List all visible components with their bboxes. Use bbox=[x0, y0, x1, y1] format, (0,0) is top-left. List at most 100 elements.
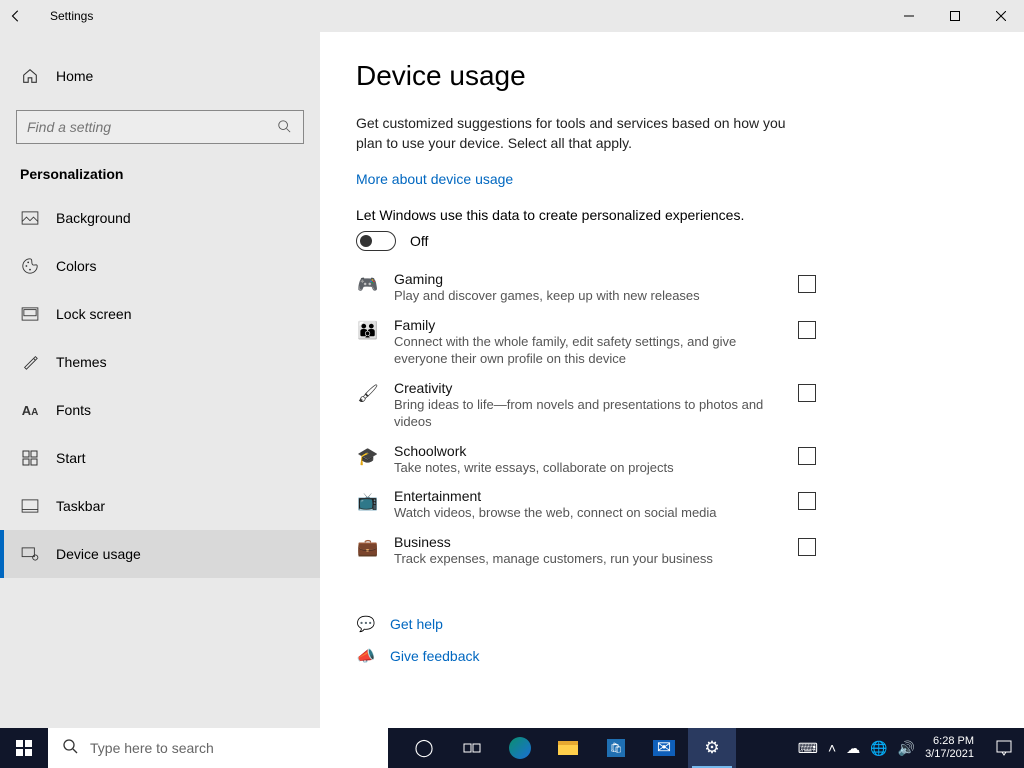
usage-title: Gaming bbox=[394, 271, 784, 287]
start-icon bbox=[20, 450, 40, 466]
usage-title: Creativity bbox=[394, 380, 784, 396]
home-label: Home bbox=[56, 68, 93, 84]
usage-item-gaming: 🎮 Gaming Play and discover games, keep u… bbox=[356, 271, 816, 305]
colors-icon bbox=[20, 257, 40, 275]
settings-taskbar-icon[interactable]: ⚙ bbox=[688, 728, 736, 768]
gaming-checkbox[interactable] bbox=[798, 275, 816, 293]
usage-sub: Play and discover games, keep up with ne… bbox=[394, 287, 784, 305]
window-title: Settings bbox=[50, 9, 93, 23]
nav-start[interactable]: Start bbox=[0, 434, 320, 482]
edge-icon[interactable] bbox=[496, 728, 544, 768]
fonts-icon: AA bbox=[20, 403, 40, 418]
minimize-button[interactable] bbox=[886, 0, 932, 32]
device-usage-icon bbox=[20, 547, 40, 561]
usage-title: Family bbox=[394, 317, 784, 333]
nav-label: Colors bbox=[56, 258, 96, 274]
clock-date: 3/17/2021 bbox=[925, 748, 974, 761]
usage-item-schoolwork: 🎓 Schoolwork Take notes, write essays, c… bbox=[356, 443, 816, 477]
nav-label: Device usage bbox=[56, 546, 141, 562]
nav-label: Themes bbox=[56, 354, 107, 370]
gaming-icon: 🎮 bbox=[356, 273, 380, 297]
usage-sub: Connect with the whole family, edit safe… bbox=[394, 333, 784, 368]
search-icon bbox=[277, 119, 293, 135]
sidebar: Home Personalization Background C bbox=[0, 32, 320, 728]
action-center-icon[interactable] bbox=[984, 728, 1024, 768]
creativity-icon: 🖌 bbox=[356, 382, 380, 406]
lock-screen-icon bbox=[20, 307, 40, 321]
maximize-button[interactable] bbox=[932, 0, 978, 32]
toggle-state-label: Off bbox=[410, 233, 428, 249]
start-button[interactable] bbox=[0, 728, 48, 768]
background-icon bbox=[20, 211, 40, 225]
themes-icon bbox=[20, 353, 40, 371]
personalized-toggle[interactable] bbox=[356, 231, 396, 251]
usage-item-entertainment: 📺 Entertainment Watch videos, browse the… bbox=[356, 488, 816, 522]
usage-title: Schoolwork bbox=[394, 443, 784, 459]
nav-background[interactable]: Background bbox=[0, 194, 320, 242]
search-input[interactable] bbox=[27, 119, 277, 135]
taskbar-search[interactable]: Type here to search bbox=[48, 728, 388, 768]
network-icon[interactable]: 🌐 bbox=[870, 740, 887, 757]
usage-title: Entertainment bbox=[394, 488, 784, 504]
usage-sub: Take notes, write essays, collaborate on… bbox=[394, 459, 784, 477]
page-description: Get customized suggestions for tools and… bbox=[356, 114, 786, 153]
volume-icon[interactable]: 🔊 bbox=[898, 740, 915, 757]
usage-item-business: 💼 Business Track expenses, manage custom… bbox=[356, 534, 816, 568]
usage-sub: Watch videos, browse the web, connect on… bbox=[394, 504, 784, 522]
tray-expand-icon[interactable]: ˄ bbox=[828, 740, 836, 756]
usage-item-family: 👪 Family Connect with the whole family, … bbox=[356, 317, 816, 368]
nav-device-usage[interactable]: Device usage bbox=[0, 530, 320, 578]
give-feedback-link[interactable]: Give feedback bbox=[390, 648, 480, 664]
system-tray: ⌨ ˄ ☁ 🌐 🔊 6:28 PM 3/17/2021 bbox=[788, 735, 984, 760]
family-icon: 👪 bbox=[356, 319, 380, 343]
onedrive-icon[interactable]: ☁ bbox=[846, 740, 860, 757]
task-view-icon[interactable] bbox=[448, 728, 496, 768]
schoolwork-icon: 🎓 bbox=[356, 445, 380, 469]
home-icon bbox=[20, 67, 40, 85]
schoolwork-checkbox[interactable] bbox=[798, 447, 816, 465]
nav-label: Start bbox=[56, 450, 86, 466]
category-title: Personalization bbox=[0, 144, 320, 194]
nav-lock-screen[interactable]: Lock screen bbox=[0, 290, 320, 338]
explorer-icon[interactable] bbox=[544, 728, 592, 768]
back-button[interactable] bbox=[0, 0, 32, 32]
nav-taskbar[interactable]: Taskbar bbox=[0, 482, 320, 530]
nav-themes[interactable]: Themes bbox=[0, 338, 320, 386]
get-help-link[interactable]: Get help bbox=[390, 616, 443, 632]
nav-fonts[interactable]: AA Fonts bbox=[0, 386, 320, 434]
usage-sub: Bring ideas to life—from novels and pres… bbox=[394, 396, 784, 431]
nav-label: Background bbox=[56, 210, 131, 226]
toggle-caption: Let Windows use this data to create pers… bbox=[356, 207, 988, 223]
entertainment-checkbox[interactable] bbox=[798, 492, 816, 510]
page-title: Device usage bbox=[356, 60, 988, 92]
feedback-icon: 📣 bbox=[356, 646, 376, 666]
usage-sub: Track expenses, manage customers, run yo… bbox=[394, 550, 784, 568]
help-icon: 💬 bbox=[356, 614, 376, 634]
usage-item-creativity: 🖌 Creativity Bring ideas to life—from no… bbox=[356, 380, 816, 431]
more-about-link[interactable]: More about device usage bbox=[356, 171, 513, 187]
taskbar-icon bbox=[20, 499, 40, 513]
family-checkbox[interactable] bbox=[798, 321, 816, 339]
nav-label: Lock screen bbox=[56, 306, 131, 322]
clock-time: 6:28 PM bbox=[925, 735, 974, 748]
nav-colors[interactable]: Colors bbox=[0, 242, 320, 290]
business-icon: 💼 bbox=[356, 536, 380, 560]
settings-search[interactable] bbox=[16, 110, 304, 144]
business-checkbox[interactable] bbox=[798, 538, 816, 556]
cortana-icon[interactable]: ◯ bbox=[400, 728, 448, 768]
usage-title: Business bbox=[394, 534, 784, 550]
home-nav[interactable]: Home bbox=[0, 56, 320, 96]
entertainment-icon: 📺 bbox=[356, 490, 380, 514]
taskbar-search-placeholder: Type here to search bbox=[90, 740, 214, 756]
close-button[interactable] bbox=[978, 0, 1024, 32]
store-icon[interactable]: 🛍 bbox=[592, 728, 640, 768]
titlebar: Settings bbox=[0, 0, 1024, 32]
creativity-checkbox[interactable] bbox=[798, 384, 816, 402]
touchkeyboard-icon[interactable]: ⌨ bbox=[798, 740, 818, 757]
search-icon bbox=[62, 738, 78, 759]
mail-icon[interactable]: ✉ bbox=[640, 728, 688, 768]
content-area: Device usage Get customized suggestions … bbox=[320, 32, 1024, 728]
nav-label: Fonts bbox=[56, 402, 91, 418]
nav-label: Taskbar bbox=[56, 498, 105, 514]
clock[interactable]: 6:28 PM 3/17/2021 bbox=[925, 735, 974, 760]
